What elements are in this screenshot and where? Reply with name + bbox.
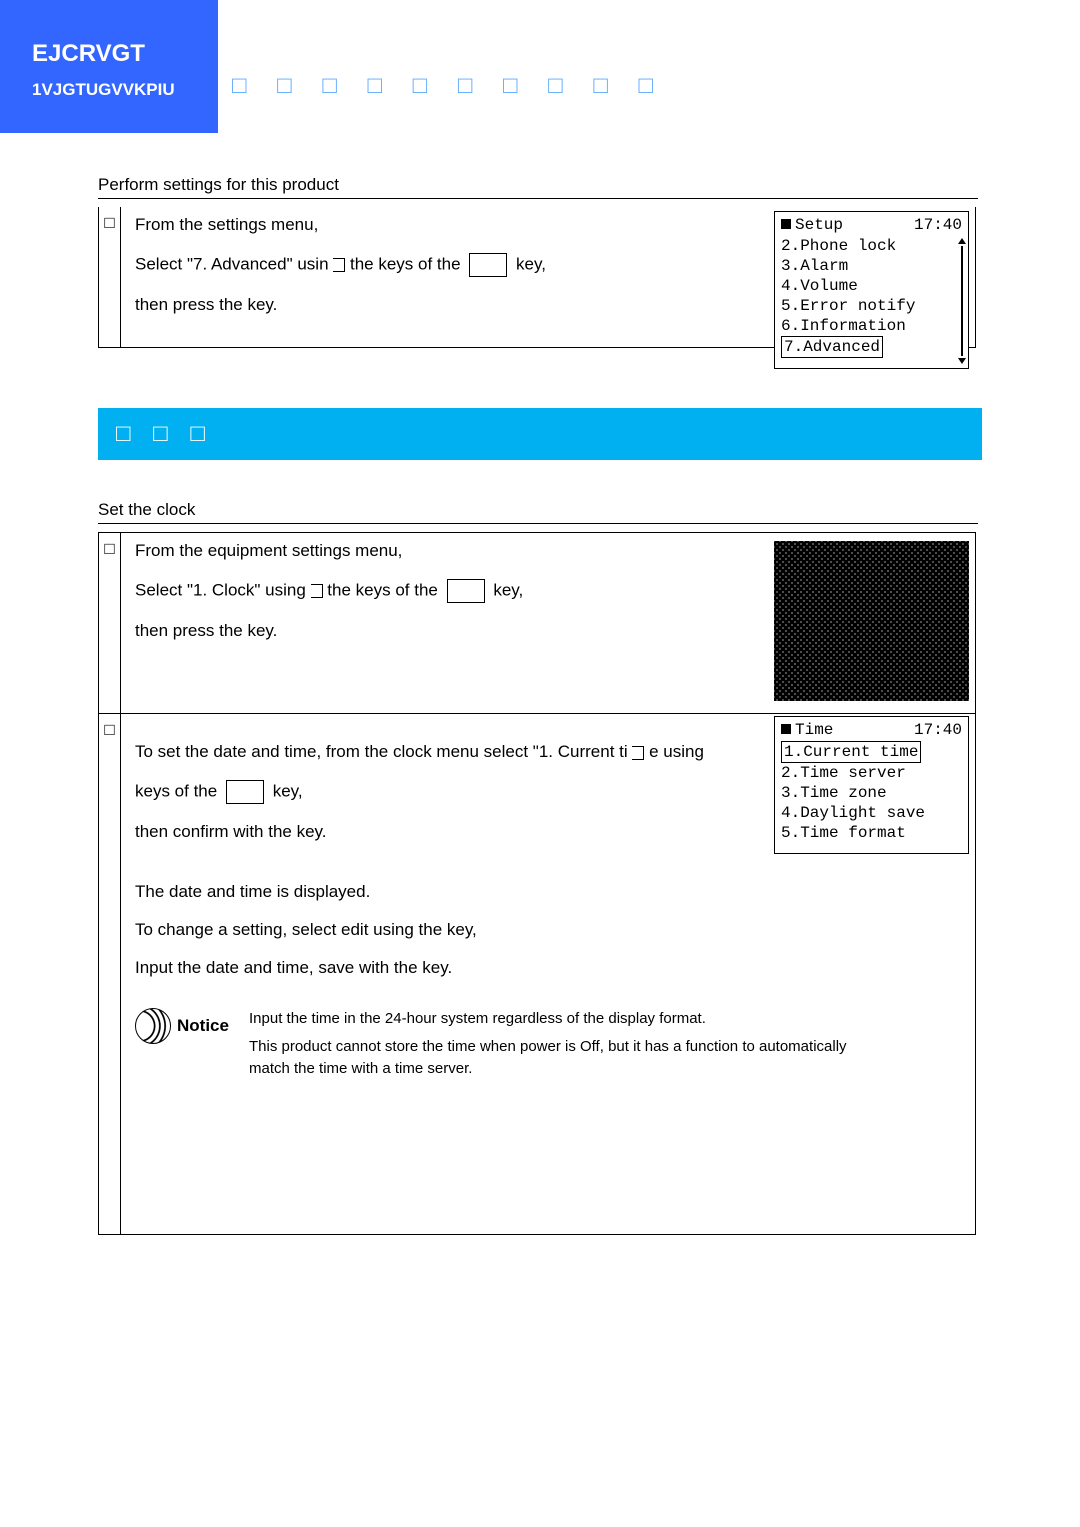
clock-section-bar: □ □ □ — [98, 408, 982, 460]
menu-item[interactable]: 5.Error notify — [781, 296, 962, 316]
step-text: To change a setting, select edit using t… — [135, 920, 961, 940]
section1-step: □ From the settings menu, Select "7. Adv… — [98, 207, 976, 348]
section2-row1: □ From the equipment settings menu, Sele… — [98, 532, 976, 714]
phone-screen-dark — [774, 541, 969, 701]
section2-row2: □ To set the date and time, from the clo… — [98, 714, 976, 1235]
phone-menu-list: 2.Phone lock 3.Alarm 4.Volume 5.Error no… — [781, 236, 962, 358]
scroll-up-icon[interactable] — [958, 238, 966, 244]
phone-clock: 17:40 — [914, 216, 962, 234]
phone-titlebar: Setup 17:40 — [781, 216, 962, 234]
menu-item-selected[interactable]: 1.Current time — [781, 741, 921, 763]
battery-icon — [781, 219, 791, 229]
sound-waves-icon — [135, 1008, 171, 1044]
menu-item-selected[interactable]: 7.Advanced — [781, 336, 883, 358]
step-number: □ — [99, 207, 121, 347]
menu-item[interactable]: 5.Time format — [781, 823, 962, 843]
chapter-label: EJCRVGT — [32, 40, 218, 68]
step-number: □ — [99, 533, 121, 713]
scroll-track — [961, 246, 963, 356]
noise-pattern — [774, 541, 969, 701]
page-heading-boxes: □ □ □ □ □ □ □ □ □ □ — [232, 72, 665, 100]
step-body: To set the date and time, from the clock… — [121, 714, 975, 1234]
cursor-key-box — [469, 253, 507, 277]
step-number: □ — [99, 714, 121, 1234]
section2-steps: □ From the equipment settings menu, Sele… — [98, 532, 976, 1235]
menu-item[interactable]: 3.Time zone — [781, 783, 962, 803]
menu-item[interactable]: 6.Information — [781, 316, 962, 336]
main-content: Perform settings for this product □ From… — [98, 175, 978, 1235]
notice-text: Input the time in the 24-hour system reg… — [249, 1008, 849, 1080]
menu-item[interactable]: 4.Daylight save — [781, 803, 962, 823]
chapter-header: EJCRVGT 1VJGTUGVVKPIU — [0, 0, 218, 133]
step-text: Input the date and time, save with the k… — [135, 958, 961, 978]
cursor-key-box — [226, 780, 264, 804]
section2-intro: Set the clock — [98, 500, 978, 524]
notice-label: Notice — [177, 1016, 229, 1036]
phone-titlebar: Time 17:40 — [781, 721, 962, 739]
section1-intro: Perform settings for this product — [98, 175, 978, 199]
menu-item[interactable]: 4.Volume — [781, 276, 962, 296]
notice-icon: Notice — [135, 1008, 235, 1044]
menu-item[interactable]: 2.Phone lock — [781, 236, 962, 256]
menu-item[interactable]: 3.Alarm — [781, 256, 962, 276]
phone-screen-setup: Setup 17:40 2.Phone lock 3.Alarm 4.Volum… — [774, 211, 969, 369]
step-body: From the settings menu, Select "7. Advan… — [121, 207, 975, 347]
chapter-sub: 1VJGTUGVVKPIU — [32, 80, 218, 100]
phone-clock: 17:40 — [914, 721, 962, 739]
notice-block: Notice Input the time in the 24-hour sys… — [135, 1008, 961, 1080]
down-key-glyph — [632, 746, 644, 760]
menu-item[interactable]: 2.Time server — [781, 763, 962, 783]
scrollbar[interactable] — [958, 238, 966, 364]
step-text: The date and time is displayed. — [135, 882, 961, 902]
step-body: From the equipment settings menu, Select… — [121, 533, 975, 713]
scroll-down-icon[interactable] — [958, 358, 966, 364]
phone-menu-list: 1.Current time 2.Time server 3.Time zone… — [781, 741, 962, 843]
phone-screen-time: Time 17:40 1.Current time 2.Time server … — [774, 716, 969, 854]
down-key-glyph — [333, 258, 345, 272]
cursor-key-box — [447, 579, 485, 603]
down-key-glyph — [311, 584, 323, 598]
battery-icon — [781, 724, 791, 734]
